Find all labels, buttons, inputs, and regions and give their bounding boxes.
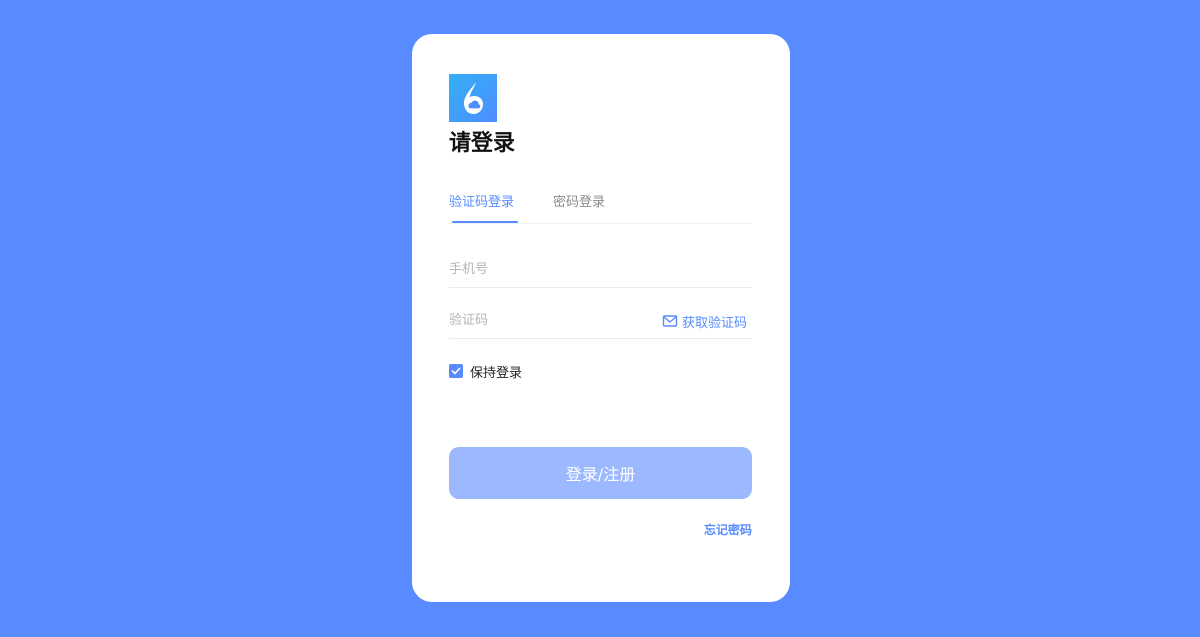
- code-input[interactable]: [449, 309, 649, 331]
- remember-login-toggle[interactable]: 保持登录: [449, 362, 523, 381]
- get-code-label: 获取验证码: [681, 315, 747, 331]
- code-field: 获取验证码: [449, 299, 752, 339]
- checkmark-icon: [451, 367, 461, 375]
- login-card: 请登录 验证码登录 密码登录 获取验证码 保持登录 登录/注册 忘记密码: [412, 34, 790, 602]
- phone-input[interactable]: [449, 258, 649, 280]
- login-register-button[interactable]: 登录/注册: [449, 447, 752, 499]
- forgot-password-link[interactable]: 忘记密码: [704, 521, 752, 538]
- remember-checkbox[interactable]: [449, 364, 463, 378]
- login-tabs: 验证码登录 密码登录: [449, 192, 752, 224]
- get-code-button[interactable]: 获取验证码: [662, 312, 747, 331]
- remember-label: 保持登录: [470, 365, 523, 381]
- mail-icon: [662, 313, 678, 329]
- tab-password-login[interactable]: 密码登录: [553, 194, 605, 212]
- page-title: 请登录: [449, 131, 516, 156]
- app-logo-icon: [449, 74, 497, 122]
- active-tab-indicator: [452, 221, 518, 223]
- tab-sms-login[interactable]: 验证码登录: [449, 194, 514, 212]
- phone-field: [449, 248, 752, 288]
